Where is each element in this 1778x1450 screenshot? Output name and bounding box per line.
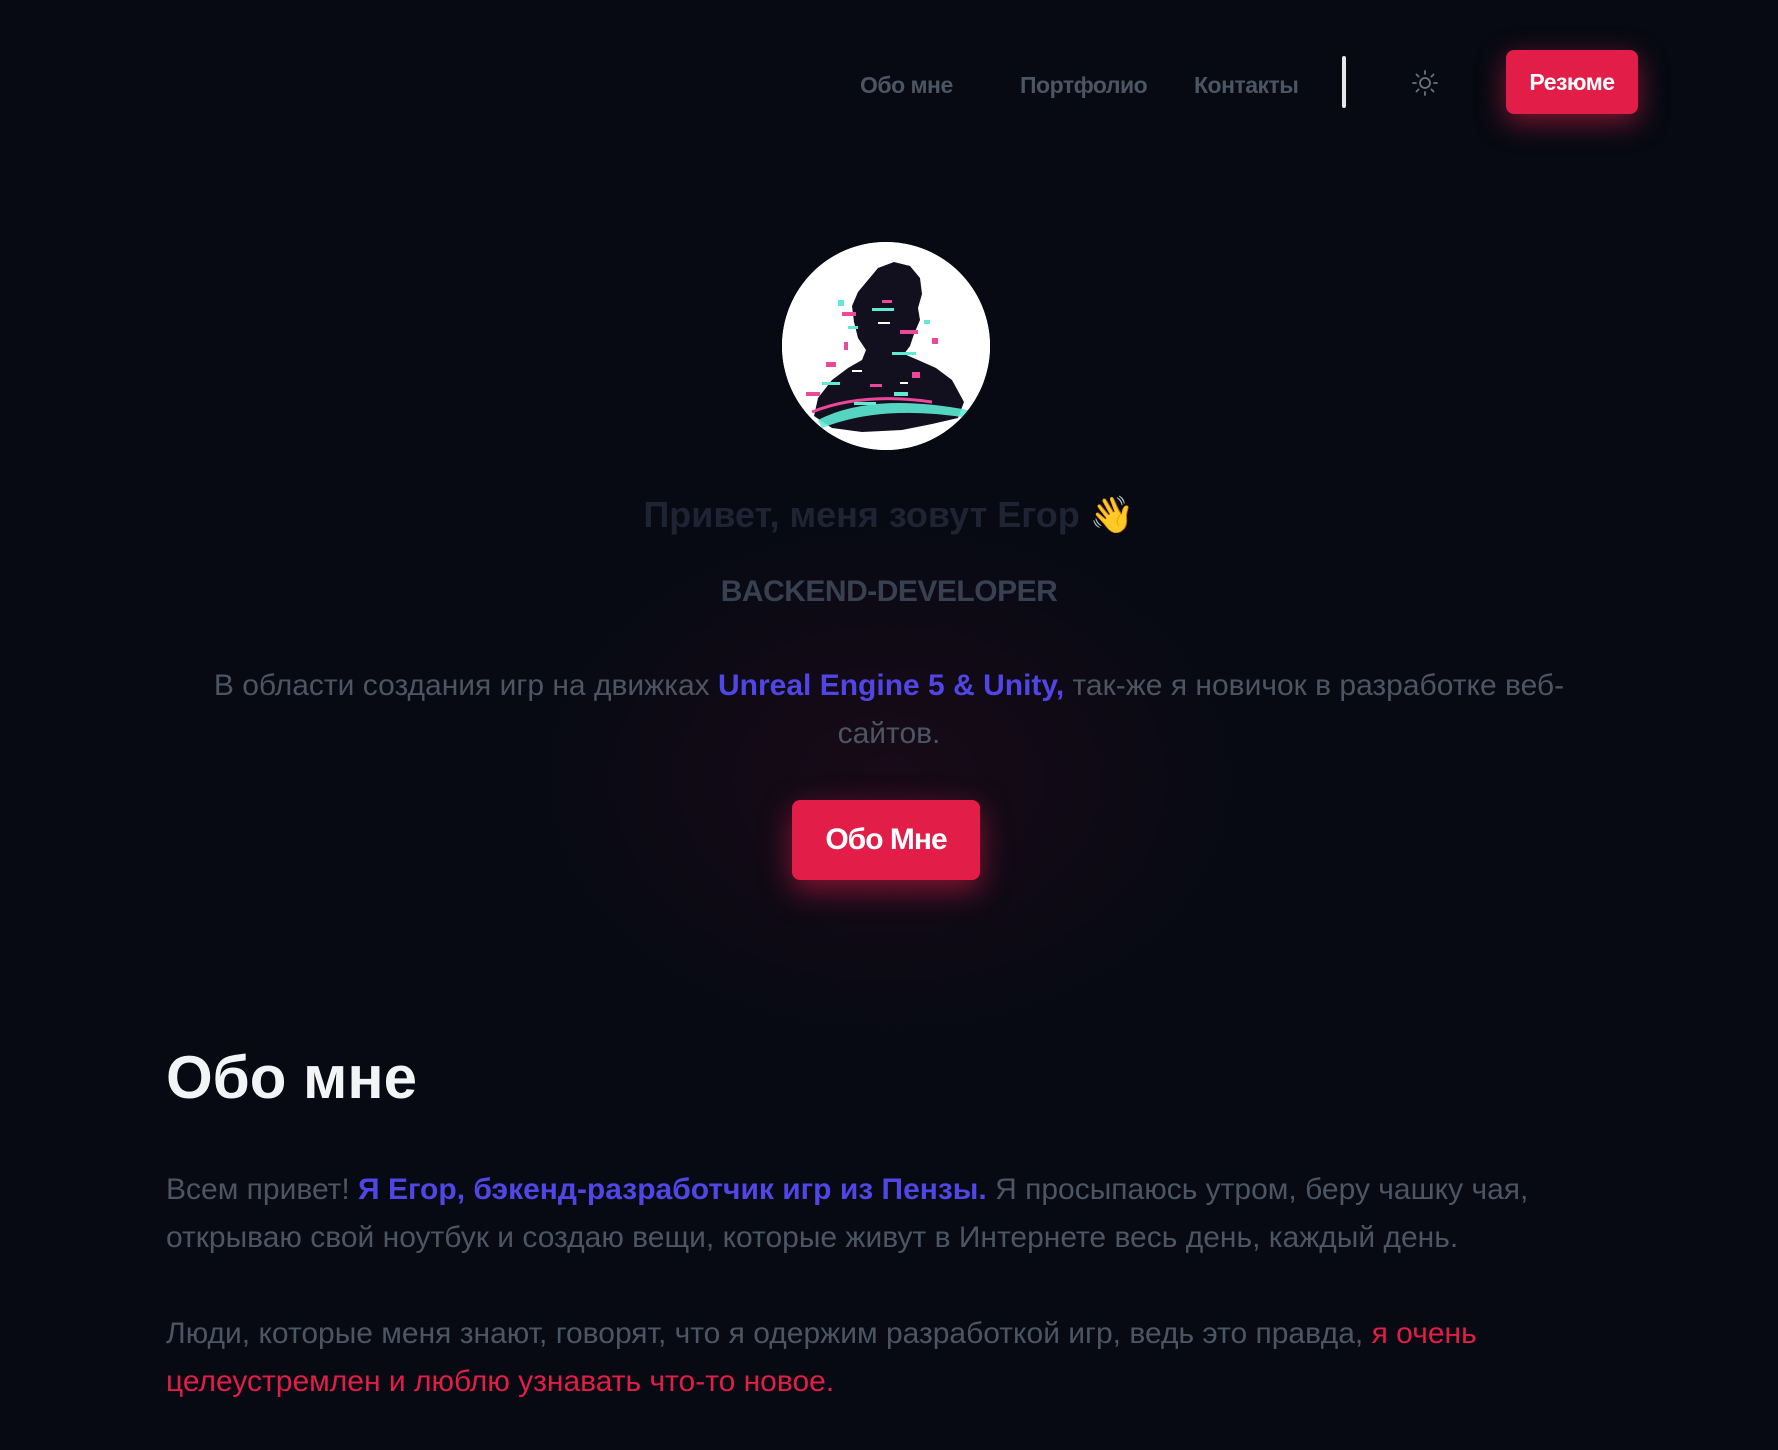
greeting-text: Привет, меня зовут Егор [643,494,1080,535]
hero-description-before: В области создания игр на движках [213,669,719,702]
nav-divider [1342,56,1346,108]
nav-link-contacts[interactable]: Контакты [1194,72,1299,99]
site-header: Обо мне Портфолио Контакты Резюме [0,0,1778,165]
about-paragraph-2: Люди, которые меня знают, говорят, что я… [166,1310,1626,1406]
about-title: Обо мне [166,1044,418,1111]
hero-role: BACKEND-DEVELOPER [720,575,1058,608]
about-p2-before: Люди, которые меня знают, говорят, что я… [166,1317,1372,1350]
hero-description: В области создания игр на движках Unreal… [170,662,1608,758]
hero-description-highlight: Unreal Engine 5 & Unity, [718,669,1065,702]
resume-button[interactable]: Резюме [1506,50,1638,114]
about-paragraph-1: Всем привет! Я Егор, бэкенд-разработчик … [166,1166,1626,1262]
waving-hand-icon: 👋 [1089,495,1135,536]
avatar [782,242,990,450]
about-p1-before: Всем привет! [166,1173,359,1206]
hero-greeting: Привет, меня зовут Егор 👋 [0,494,1778,536]
about-p1-highlight: Я Егор, бэкенд-разработчик игр из Пензы. [358,1173,987,1206]
nav-link-portfolio[interactable]: Портфолио [1020,72,1148,99]
sun-icon[interactable] [1410,68,1440,98]
nav-link-about[interactable]: Обо мне [860,72,953,99]
page: Обо мне Портфолио Контакты Резюме Привет… [0,0,1778,1450]
about-me-button[interactable]: Обо Мне [792,800,980,880]
